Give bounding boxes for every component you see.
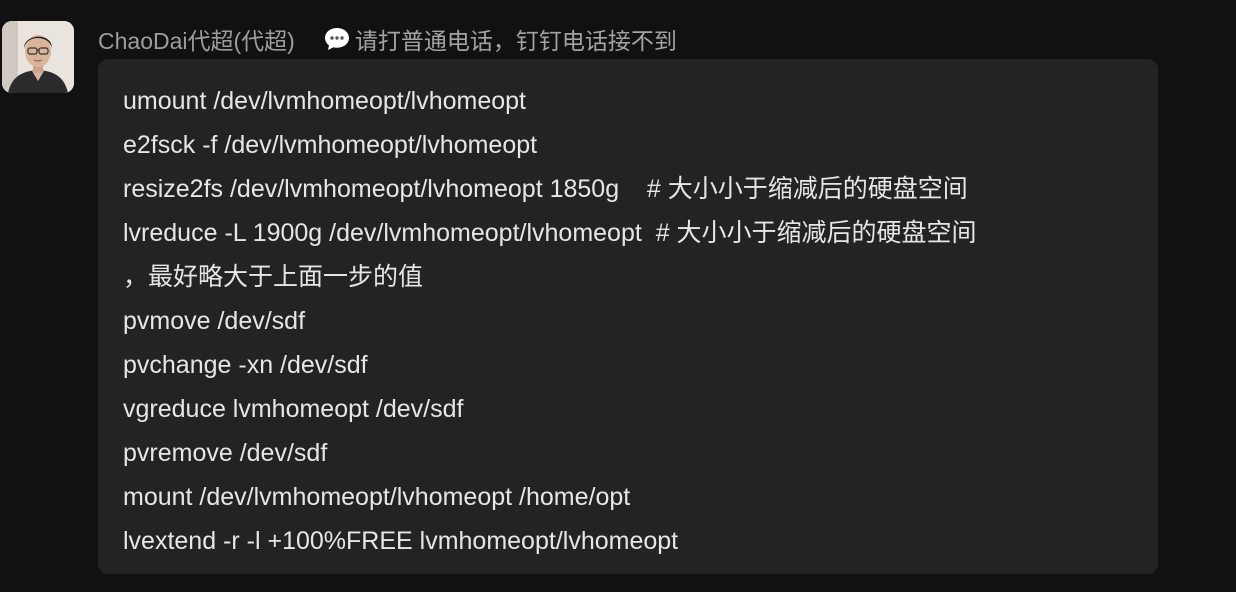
message-line: resize2fs /dev/lvmhomeopt/lvhomeopt 1850…	[123, 175, 968, 203]
message-line: pvremove /dev/sdf	[123, 439, 328, 467]
message-line: ，最好略大于上面一步的值	[123, 263, 424, 291]
message-line: mount /dev/lvmhomeopt/lvhomeopt /home/op…	[123, 483, 631, 511]
speech-bubble-icon	[323, 26, 351, 52]
chat-message: ChaoDai代超(代超) 请打普通电话，钉钉电话接不到 umount /dev…	[0, 0, 1236, 592]
message-header: ChaoDai代超(代超) 请打普通电话，钉钉电话接不到	[98, 22, 677, 56]
message-line: umount /dev/lvmhomeopt/lvhomeopt	[123, 87, 526, 115]
sender-status: 请打普通电话，钉钉电话接不到	[323, 22, 677, 56]
status-text: 请打普通电话，钉钉电话接不到	[354, 28, 677, 54]
message-bubble[interactable]: umount /dev/lvmhomeopt/lvhomeopt e2fsck …	[98, 59, 1158, 574]
message-line: pvmove /dev/sdf	[123, 307, 306, 335]
avatar-photo-icon	[2, 21, 74, 93]
avatar[interactable]	[2, 21, 74, 93]
message-line: vgreduce lvmhomeopt /dev/sdf	[123, 395, 464, 423]
message-line: pvchange -xn /dev/sdf	[123, 351, 368, 379]
message-line: e2fsck -f /dev/lvmhomeopt/lvhomeopt	[123, 131, 538, 159]
sender-name[interactable]: ChaoDai代超(代超)	[98, 22, 295, 56]
message-line: lvreduce -L 1900g /dev/lvmhomeopt/lvhome…	[123, 219, 977, 247]
message-line: lvextend -r -l +100%FREE lvmhomeopt/lvho…	[123, 527, 679, 555]
